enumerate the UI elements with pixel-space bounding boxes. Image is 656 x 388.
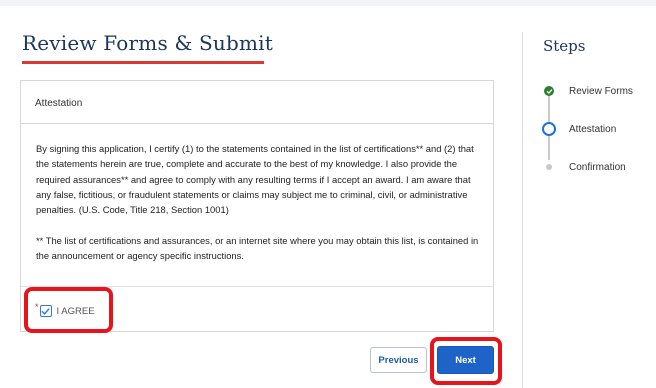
step-connector xyxy=(548,134,550,160)
agree-highlight-box xyxy=(24,287,113,333)
step-connector xyxy=(548,96,550,122)
upcoming-step-dot-icon xyxy=(546,164,552,170)
step-label: Review Forms xyxy=(569,85,633,97)
attestation-heading: Attestation xyxy=(21,81,493,124)
current-step-ring-icon xyxy=(542,122,556,136)
page-title: Review Forms & Submit xyxy=(22,31,274,55)
steps-divider xyxy=(522,32,523,388)
certification-footnote: ** The list of certifications and assura… xyxy=(36,234,479,262)
step-attestation: Attestation xyxy=(539,121,616,137)
step-review-forms: Review Forms xyxy=(539,83,633,99)
title-underline xyxy=(22,61,264,64)
top-border xyxy=(0,0,656,6)
next-highlight-box xyxy=(430,337,502,385)
step-confirmation: Confirmation xyxy=(539,159,626,175)
previous-button[interactable]: Previous xyxy=(370,347,427,373)
step-label: Attestation xyxy=(569,123,617,135)
steps-title: Steps xyxy=(543,37,586,55)
certification-text: By signing this application, I certify (… xyxy=(36,141,486,263)
step-label: Confirmation xyxy=(569,161,626,173)
check-circle-icon xyxy=(544,86,554,96)
certification-paragraph: By signing this application, I certify (… xyxy=(36,143,474,216)
